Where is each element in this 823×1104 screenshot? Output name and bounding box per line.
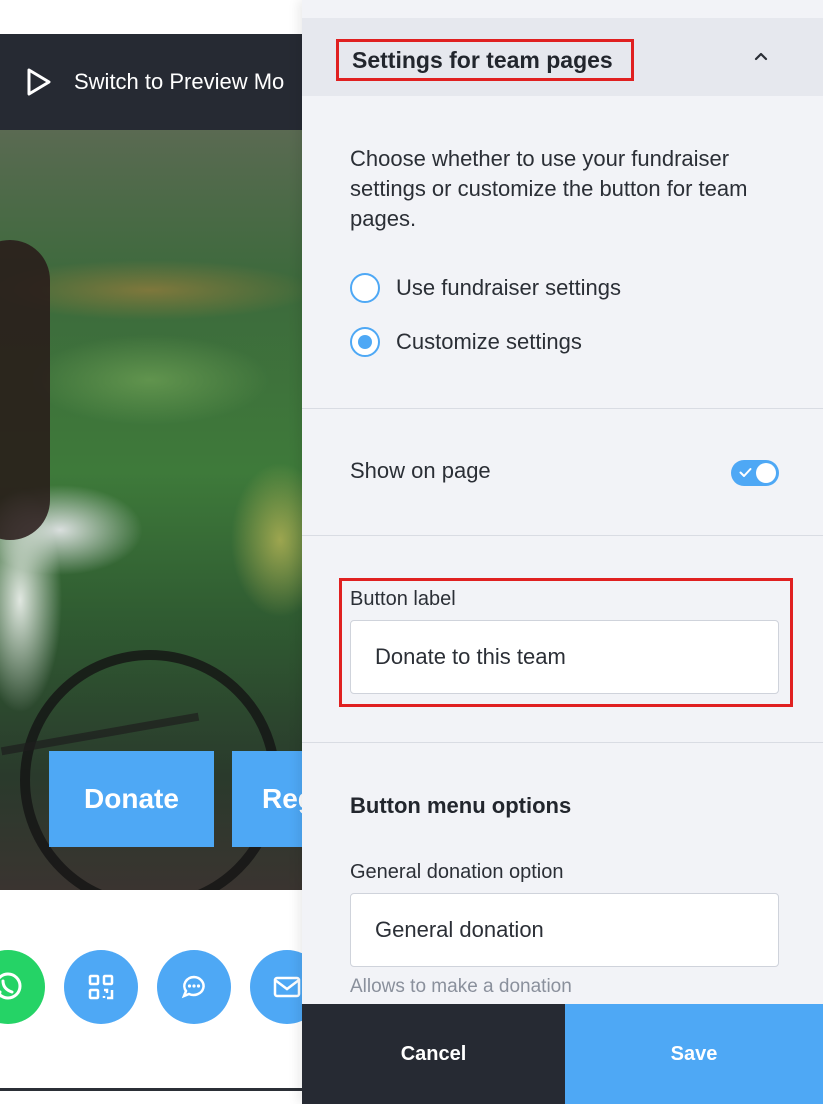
background-page: Switch to Preview Mo Donate Reg — [0, 0, 302, 1104]
cancel-button[interactable]: Cancel — [302, 1004, 565, 1104]
chevron-up-icon — [754, 52, 768, 61]
general-donation-input[interactable] — [350, 893, 779, 967]
mail-share-button[interactable] — [250, 950, 302, 1024]
radio-button[interactable] — [350, 273, 380, 303]
panel-header[interactable]: Settings for team pages — [302, 18, 823, 96]
general-donation-helper-text: Allows to make a donation — [350, 976, 572, 997]
donate-button[interactable]: Donate — [49, 751, 214, 847]
button-label-field-label: Button label — [350, 588, 456, 610]
general-donation-option-label: General donation option — [350, 861, 564, 883]
save-button[interactable]: Save — [565, 1004, 823, 1104]
preview-mode-label: Switch to Preview Mo — [74, 69, 285, 94]
qr-share-button[interactable] — [64, 950, 138, 1024]
preview-mode-bar[interactable]: Switch to Preview Mo — [0, 34, 302, 130]
panel-footer: Cancel Save — [302, 1004, 823, 1104]
show-on-page-label: Show on page — [350, 458, 491, 483]
radio-label: Customize settings — [396, 329, 582, 354]
play-icon — [27, 68, 51, 96]
mail-icon — [273, 976, 301, 998]
share-row — [0, 950, 302, 1030]
button-label-input[interactable] — [350, 620, 779, 694]
divider — [302, 742, 823, 743]
chat-share-button[interactable] — [157, 950, 231, 1024]
chat-icon — [181, 975, 205, 999]
show-on-page-toggle[interactable] — [731, 460, 779, 486]
divider — [302, 408, 823, 409]
panel-title: Settings for team pages — [336, 39, 634, 81]
radio-label: Use fundraiser settings — [396, 275, 621, 300]
divider — [302, 535, 823, 536]
whatsapp-share-button[interactable] — [0, 950, 45, 1024]
radio-use-fundraiser-settings[interactable]: Use fundraiser settings — [350, 273, 621, 303]
radio-button-selected[interactable] — [350, 327, 380, 357]
radio-customize-settings[interactable]: Customize settings — [350, 327, 582, 357]
check-icon — [739, 468, 752, 477]
settings-panel: Settings for team pages Choose whether t… — [302, 0, 823, 1104]
team-settings-description: Choose whether to use your fundraiser se… — [350, 146, 748, 231]
collapse-button[interactable] — [747, 42, 775, 70]
qr-code-icon — [88, 974, 114, 1000]
register-button[interactable]: Reg — [232, 751, 302, 847]
whatsapp-icon — [0, 972, 22, 1000]
bottom-divider — [0, 1088, 302, 1091]
button-menu-options-heading: Button menu options — [350, 793, 572, 818]
toggle-knob — [756, 463, 776, 483]
